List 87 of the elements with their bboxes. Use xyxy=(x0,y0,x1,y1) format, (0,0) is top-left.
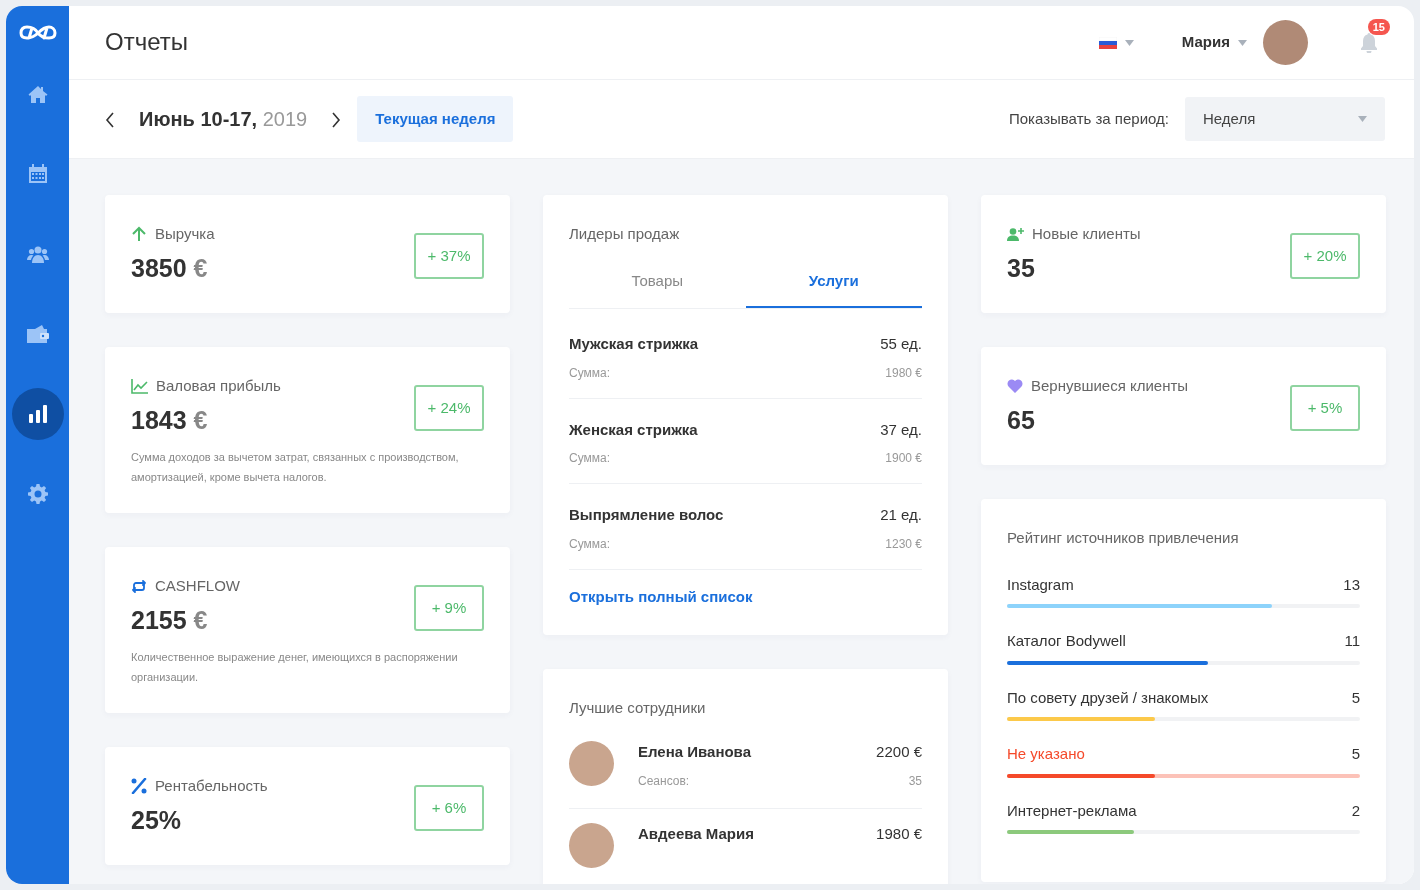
current-week-button[interactable]: Текущая неделя xyxy=(357,95,514,143)
sidebar-item[interactable] xyxy=(11,388,64,440)
user-menu[interactable]: Мария xyxy=(1181,31,1247,54)
item-name: Мужская стрижка xyxy=(569,334,699,354)
tab[interactable]: Услуги xyxy=(745,261,922,308)
card-value: 35 xyxy=(1007,252,1036,284)
employee-amount: 2200 € xyxy=(876,742,922,762)
source-count: 2 xyxy=(1351,800,1360,821)
sum-label: Сумма: xyxy=(569,450,611,467)
card-title: Новые клиенты xyxy=(1032,224,1141,244)
source-label: Интернет-реклама xyxy=(1007,800,1137,821)
period-label: Показывать за период: xyxy=(1008,108,1169,129)
employee-name: Авдеева Мария xyxy=(638,823,754,844)
card-title: Лучшие сотрудники xyxy=(569,697,707,718)
change-indicator: + 9% xyxy=(414,585,484,631)
card-title: Рентабельность xyxy=(155,776,268,796)
employee-avatar xyxy=(569,741,614,786)
card-value: 1843 € xyxy=(131,404,209,436)
heart-icon xyxy=(1007,379,1023,394)
sum-value: 1900 € xyxy=(885,450,922,467)
page-title: Отчеты xyxy=(105,28,188,57)
employee-amount: 1980 € xyxy=(876,823,922,844)
change-indicator: + 5% xyxy=(1290,385,1360,431)
logo-icon xyxy=(18,23,57,42)
card-description: Количественное выражение денег, имеющихся в распоряжении организации. xyxy=(131,650,459,685)
card-title: Лидеры продаж xyxy=(569,224,681,244)
source-count: 5 xyxy=(1351,687,1360,708)
refresh-icon xyxy=(131,579,147,593)
card-value: 2155 € xyxy=(131,604,209,636)
change-indicator: + 6% xyxy=(414,785,484,831)
card-title: Выручка xyxy=(155,224,215,244)
caret-icon xyxy=(1238,39,1247,46)
item-quantity: 21 ед. xyxy=(880,505,922,525)
caret-icon xyxy=(1358,116,1367,122)
card-title: Вернувшиеся клиенты xyxy=(1031,376,1189,396)
settings-icon xyxy=(27,484,48,504)
bell-icon xyxy=(1360,32,1378,53)
card-description: Сумма доходов за вычетом затрат, связанных с производством, амортизацией, кроме вычета налогов. xyxy=(131,450,460,485)
period-select[interactable]: Неделя xyxy=(1185,97,1385,141)
home-icon xyxy=(27,84,48,104)
date-range: Июнь 10-17, 2019 xyxy=(139,107,308,132)
source-label: Instagram xyxy=(1007,574,1074,595)
sum-label: Сумма: xyxy=(569,364,611,382)
employee-name: Елена Иванова xyxy=(638,742,751,762)
user-avatar[interactable] xyxy=(1263,20,1308,65)
change-indicator: + 37% xyxy=(414,233,484,279)
item-name: Женская стрижка xyxy=(569,419,698,440)
notification-count: 15 xyxy=(1367,18,1390,35)
card-value: 25% xyxy=(131,804,183,836)
calendar-icon xyxy=(27,164,48,184)
change-indicator: + 20% xyxy=(1290,233,1360,279)
wallet-icon xyxy=(26,325,49,343)
sum-value: 1230 € xyxy=(885,535,922,553)
item-name: Выпрямление волос xyxy=(569,505,724,525)
notifications-button[interactable] xyxy=(1360,32,1378,53)
tab[interactable]: Товары xyxy=(569,261,746,308)
bar-chart-icon xyxy=(28,405,47,423)
sum-label: Сумма: xyxy=(569,535,611,553)
item-quantity: 55 ед. xyxy=(880,334,922,354)
card-title: Рейтинг источников привлечения xyxy=(1007,528,1240,548)
sessions-count: 35 xyxy=(908,772,922,790)
source-count: 13 xyxy=(1343,574,1360,595)
source-label: Каталог Bodywell xyxy=(1007,631,1126,651)
item-quantity: 37 ед. xyxy=(880,419,922,440)
source-label: Не указано xyxy=(1007,744,1085,764)
user-plus-icon xyxy=(1007,227,1024,241)
card-value: 3850 € xyxy=(131,252,209,284)
chevron-left-icon xyxy=(105,111,115,128)
flag-icon xyxy=(1098,36,1117,49)
source-count: 5 xyxy=(1351,744,1360,764)
card-title: CASHFLOW xyxy=(155,576,240,596)
change-indicator: + 24% xyxy=(414,385,484,431)
arrow-up-icon xyxy=(131,226,147,243)
sessions-label: Сеансов: xyxy=(638,772,690,790)
sum-value: 1980 € xyxy=(885,364,922,382)
users-icon xyxy=(26,245,49,263)
full-list-link[interactable]: Открыть полный список xyxy=(569,585,753,608)
source-label: По совету друзей / знакомых xyxy=(1007,687,1209,708)
chevron-right-icon xyxy=(331,111,342,128)
card-value: 65 xyxy=(1007,404,1036,436)
percent-icon xyxy=(131,778,147,795)
language-selector[interactable] xyxy=(1098,36,1134,49)
employee-avatar xyxy=(569,822,614,868)
caret-icon xyxy=(1124,39,1134,46)
source-count: 11 xyxy=(1344,631,1360,651)
line-chart-icon xyxy=(131,378,148,394)
card-title: Валовая прибыль xyxy=(156,376,281,396)
